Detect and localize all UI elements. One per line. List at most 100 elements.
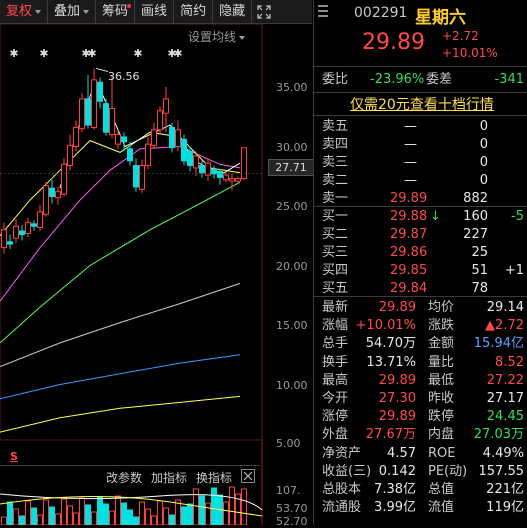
volume-bar bbox=[145, 508, 151, 526]
orderbook-sell-row: 卖四 — 0 bbox=[322, 136, 526, 154]
orderbook-price: — bbox=[404, 155, 417, 170]
quote-panel: 002291 星期六 29.89 +2.72 +10.01% 委比 -23.96… bbox=[313, 0, 527, 525]
stat-label: 涨跌 bbox=[428, 318, 455, 334]
toolbar-draw-button[interactable]: 画线 bbox=[135, 0, 175, 23]
volume-bar bbox=[211, 487, 217, 526]
candle-body bbox=[31, 223, 37, 227]
volume-bar bbox=[67, 505, 73, 526]
volume-bar bbox=[37, 514, 43, 526]
stat-value: +10.01% bbox=[355, 318, 416, 334]
candle-body bbox=[181, 138, 187, 162]
fullscreen-icon bbox=[257, 4, 271, 19]
candle-body bbox=[13, 225, 19, 239]
add-indicator-button[interactable]: 加指标 bbox=[151, 469, 187, 486]
toolbar-simple-button[interactable]: 简约 bbox=[174, 0, 214, 23]
stat-label: 流通股 bbox=[322, 500, 362, 516]
candle-body bbox=[109, 107, 115, 136]
volume-bar bbox=[151, 515, 157, 526]
kline-chart[interactable]: ✱ ✱ ✱ ✱ ✱ ✱ ✱ 设置均线 36.56 35.00 30.00 25.00 20.… bbox=[0, 23, 314, 528]
stats-row: 外盘 27.67万 内盘 27.03万 bbox=[322, 426, 526, 444]
price-change-pct: +10.01% bbox=[442, 46, 498, 60]
stat-label: ROE bbox=[428, 445, 456, 461]
chevron-down-icon bbox=[239, 35, 246, 40]
candle-body bbox=[193, 155, 199, 169]
candle-body bbox=[157, 110, 163, 131]
stat-value: 0.142 bbox=[378, 463, 416, 479]
ma120-line bbox=[0, 354, 241, 400]
stats-row: 最高 29.89 最低 27.22 bbox=[322, 372, 526, 390]
candle-body bbox=[229, 178, 235, 182]
close-sub-chart-button[interactable] bbox=[241, 469, 255, 483]
orderbook-volume: 0 bbox=[479, 137, 488, 152]
volume-bar bbox=[139, 501, 145, 526]
stat-value: 7.38亿 bbox=[374, 482, 416, 497]
stats-row: 涨幅 +10.01% 涨跌 ▲2.72 bbox=[322, 317, 526, 335]
candle-body bbox=[121, 136, 127, 143]
toolbar-chips-button[interactable]: 筹码 bbox=[96, 0, 136, 23]
orderbook-volume: 25 bbox=[471, 245, 488, 260]
weicha-value: -341 bbox=[494, 72, 524, 87]
stat-label: 涨停 bbox=[322, 409, 349, 425]
orderbook-level-label: 买一 bbox=[322, 209, 349, 224]
toolbar-overlay-button[interactable]: 叠加 bbox=[48, 0, 97, 23]
ma-setting-button[interactable]: 设置均线 bbox=[188, 28, 246, 45]
stats-row: 总手 54.70万 金额 15.94亿 bbox=[322, 335, 526, 353]
volume-bar bbox=[127, 509, 133, 526]
ma10-line bbox=[0, 131, 241, 237]
stat-label: 跌停 bbox=[428, 409, 455, 425]
volume-bar bbox=[157, 500, 163, 526]
weibi-value: -23.96% bbox=[370, 72, 425, 87]
candle-body bbox=[205, 162, 211, 176]
candle-body bbox=[73, 126, 79, 147]
orderbook-price: 29.86 bbox=[390, 245, 428, 260]
stats-row: 净资产 4.57 ROE 4.49% bbox=[322, 445, 526, 463]
y-tick-label: 25.00 bbox=[276, 200, 308, 213]
stat-value: 4.49% bbox=[482, 445, 524, 461]
event-star-marker: ✱ bbox=[87, 47, 96, 60]
volume-bar bbox=[61, 498, 67, 526]
switch-indicator-button[interactable]: 换指标 bbox=[196, 469, 232, 486]
volume-bar bbox=[73, 512, 79, 526]
candle-body bbox=[175, 129, 181, 147]
toolbar-fuquan-button[interactable]: 复权 bbox=[0, 0, 49, 23]
menu-icon-button[interactable] bbox=[317, 4, 329, 21]
volume-bar bbox=[109, 510, 115, 526]
volume-bar bbox=[25, 500, 31, 526]
ma250-line bbox=[0, 395, 241, 433]
stat-label: 总手 bbox=[322, 336, 349, 352]
event-star-marker: ✱ bbox=[39, 47, 48, 60]
stat-label: 流值 bbox=[428, 500, 455, 516]
sub-y-tick-label: 53.70 bbox=[276, 502, 308, 515]
stat-value: ▲2.72 bbox=[485, 318, 524, 334]
volume-bar bbox=[91, 511, 97, 526]
orderbook-delta: +1 bbox=[504, 263, 524, 278]
volume-bar bbox=[49, 506, 55, 526]
toolbar-hide-button[interactable]: 隐藏 bbox=[213, 0, 253, 23]
stat-value: 54.70万 bbox=[365, 336, 416, 352]
fullscreen-button[interactable] bbox=[252, 0, 276, 23]
stats-row: 总股本 7.38亿 总值 221亿 bbox=[322, 481, 526, 499]
stat-value: 8.52 bbox=[495, 354, 524, 370]
candle-body bbox=[7, 241, 13, 245]
orderbook-price: 29.87 bbox=[390, 227, 428, 242]
orderbook-delta: -5 bbox=[511, 209, 524, 224]
stat-label: 最新 bbox=[322, 300, 349, 315]
orderbook-level-label: 卖五 bbox=[322, 119, 349, 134]
y-tick-label: 5.00 bbox=[276, 437, 301, 450]
candle-body bbox=[49, 187, 55, 197]
stat-value: 27.30 bbox=[378, 391, 416, 406]
level10-quote-link[interactable]: 仅需20元查看十档行情 bbox=[350, 94, 494, 114]
candle-body bbox=[235, 178, 241, 182]
stat-value: 27.03万 bbox=[473, 427, 524, 443]
volume-bar bbox=[241, 488, 247, 526]
stat-value: 27.67万 bbox=[365, 427, 416, 443]
price-change: +2.72 bbox=[442, 29, 479, 43]
candle-body bbox=[199, 165, 205, 174]
event-star-marker: ✱ bbox=[173, 47, 182, 60]
orderbook-level-label: 卖三 bbox=[322, 155, 349, 170]
orderbook-buy-row: 买一 29.88 ↓ 160 -5 bbox=[322, 208, 526, 226]
candle-body bbox=[115, 134, 121, 145]
volume-bar bbox=[85, 504, 91, 526]
stat-label: 总股本 bbox=[322, 482, 362, 497]
modify-params-button[interactable]: 改参数 bbox=[106, 469, 142, 486]
